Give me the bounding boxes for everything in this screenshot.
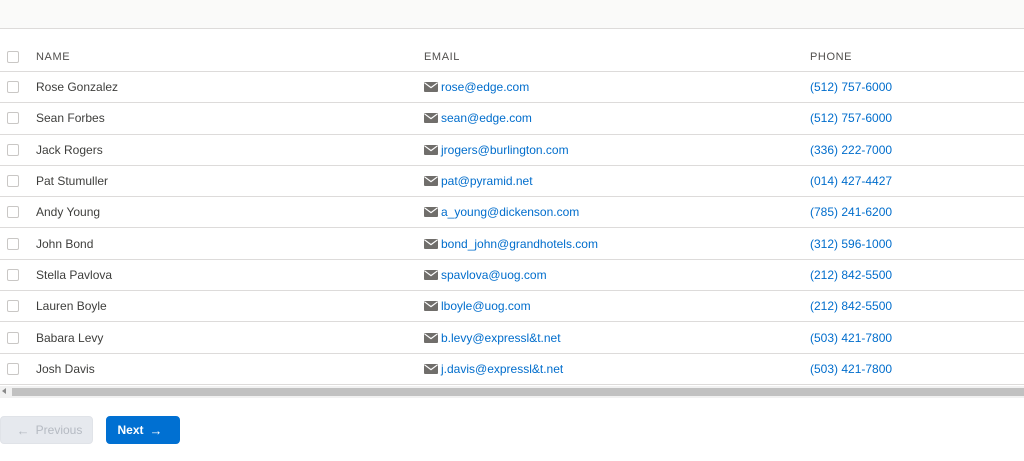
contact-name: Lauren Boyle xyxy=(36,299,107,314)
table-row: Stella Pavlova spavlova@uog.com (212) 842-… xyxy=(0,260,1024,292)
email-link[interactable]: j.davis@expressl&t.net xyxy=(441,362,563,376)
contact-name: Jack Rogers xyxy=(36,142,103,157)
table-row: Andy Young a_young@dickenson.com (785) 241… xyxy=(0,197,1024,229)
row-checkbox[interactable] xyxy=(7,81,19,94)
envelope-icon xyxy=(424,176,438,187)
email-link[interactable]: jrogers@burlington.com xyxy=(441,143,569,157)
arrow-right-icon: → xyxy=(149,422,163,438)
row-checkbox[interactable] xyxy=(7,300,19,313)
previous-button-label: Previous xyxy=(35,423,83,437)
table-row: Rose Gonzalez rose@edge.com (512) 757-6000 xyxy=(0,72,1024,104)
envelope-icon xyxy=(424,238,438,249)
envelope-icon xyxy=(424,269,438,280)
phone-link[interactable]: (312) 596-1000 xyxy=(810,237,892,251)
envelope-icon xyxy=(424,301,438,312)
contacts-table: NAME EMAIL PHONE Rose Gonzalez rose@edge.… xyxy=(0,42,1024,385)
column-header-name[interactable]: NAME xyxy=(36,42,70,71)
row-checkbox[interactable] xyxy=(7,362,19,375)
arrow-left-icon: ← xyxy=(16,422,30,438)
email-link[interactable]: a_young@dickenson.com xyxy=(441,205,579,219)
table-row: Josh Davis j.davis@expressl&t.net (503) 42… xyxy=(0,354,1024,385)
column-header-phone[interactable]: PHONE xyxy=(810,42,852,71)
next-button[interactable]: Next → xyxy=(106,416,180,444)
row-checkbox[interactable] xyxy=(7,331,19,344)
select-all-checkbox[interactable] xyxy=(7,50,19,63)
horizontal-scrollbar[interactable] xyxy=(0,386,1024,398)
envelope-icon xyxy=(424,144,438,155)
top-header-band xyxy=(0,0,1024,29)
email-link[interactable]: b.levy@expressl&t.net xyxy=(441,331,561,345)
phone-link[interactable]: (014) 427-4427 xyxy=(810,174,892,188)
table-row: Babara Levy b.levy@expressl&t.net (503) 42… xyxy=(0,322,1024,354)
envelope-icon xyxy=(424,82,438,93)
phone-link[interactable]: (512) 757-6000 xyxy=(810,80,892,94)
previous-button[interactable]: ← Previous xyxy=(0,416,93,444)
email-link[interactable]: lboyle@uog.com xyxy=(441,299,531,313)
contact-name: Sean Forbes xyxy=(36,111,105,126)
contact-name: Pat Stumuller xyxy=(36,174,109,189)
email-link[interactable]: bond_john@grandhotels.com xyxy=(441,237,598,251)
column-header-email[interactable]: EMAIL xyxy=(424,42,460,71)
contact-name: John Bond xyxy=(36,236,94,251)
phone-link[interactable]: (785) 241-6200 xyxy=(810,205,892,219)
table-row: Sean Forbes sean@edge.com (512) 757-6000 xyxy=(0,103,1024,135)
phone-link[interactable]: (503) 421-7800 xyxy=(810,331,892,345)
row-checkbox[interactable] xyxy=(7,268,19,281)
envelope-icon xyxy=(424,332,438,343)
envelope-icon xyxy=(424,113,438,124)
email-link[interactable]: sean@edge.com xyxy=(441,111,532,125)
envelope-icon xyxy=(424,363,438,374)
email-link[interactable]: spavlova@uog.com xyxy=(441,268,547,282)
row-checkbox[interactable] xyxy=(7,175,19,188)
scroll-left-arrow-icon[interactable] xyxy=(2,388,6,394)
scroll-thumb[interactable] xyxy=(12,388,1024,396)
phone-link[interactable]: (336) 222-7000 xyxy=(810,143,892,157)
table-header: NAME EMAIL PHONE xyxy=(0,42,1024,72)
contact-name: Josh Davis xyxy=(36,361,95,376)
envelope-icon xyxy=(424,207,438,218)
phone-link[interactable]: (512) 757-6000 xyxy=(810,111,892,125)
contact-name: Stella Pavlova xyxy=(36,267,113,282)
table-row: Pat Stumuller pat@pyramid.net (014) 427-44… xyxy=(0,166,1024,198)
phone-link[interactable]: (212) 842-5500 xyxy=(810,299,892,313)
contact-name: Andy Young xyxy=(36,205,101,220)
row-checkbox[interactable] xyxy=(7,237,19,250)
email-link[interactable]: pat@pyramid.net xyxy=(441,174,533,188)
contact-name: Rose Gonzalez xyxy=(36,80,119,95)
row-checkbox[interactable] xyxy=(7,206,19,219)
phone-link[interactable]: (503) 421-7800 xyxy=(810,362,892,376)
phone-link[interactable]: (212) 842-5500 xyxy=(810,268,892,282)
table-row: John Bond bond_john@grandhotels.com (312) … xyxy=(0,228,1024,260)
email-link[interactable]: rose@edge.com xyxy=(441,80,529,94)
row-checkbox[interactable] xyxy=(7,143,19,156)
table-body: Rose Gonzalez rose@edge.com (512) 757-6000… xyxy=(0,72,1024,385)
table-row: Jack Rogers jrogers@burlington.com (336) 2… xyxy=(0,135,1024,166)
next-button-label: Next xyxy=(117,423,144,437)
row-checkbox[interactable] xyxy=(7,112,19,125)
contact-name: Babara Levy xyxy=(36,330,104,345)
table-row: Lauren Boyle lboyle@uog.com (212) 842-5500 xyxy=(0,291,1024,323)
